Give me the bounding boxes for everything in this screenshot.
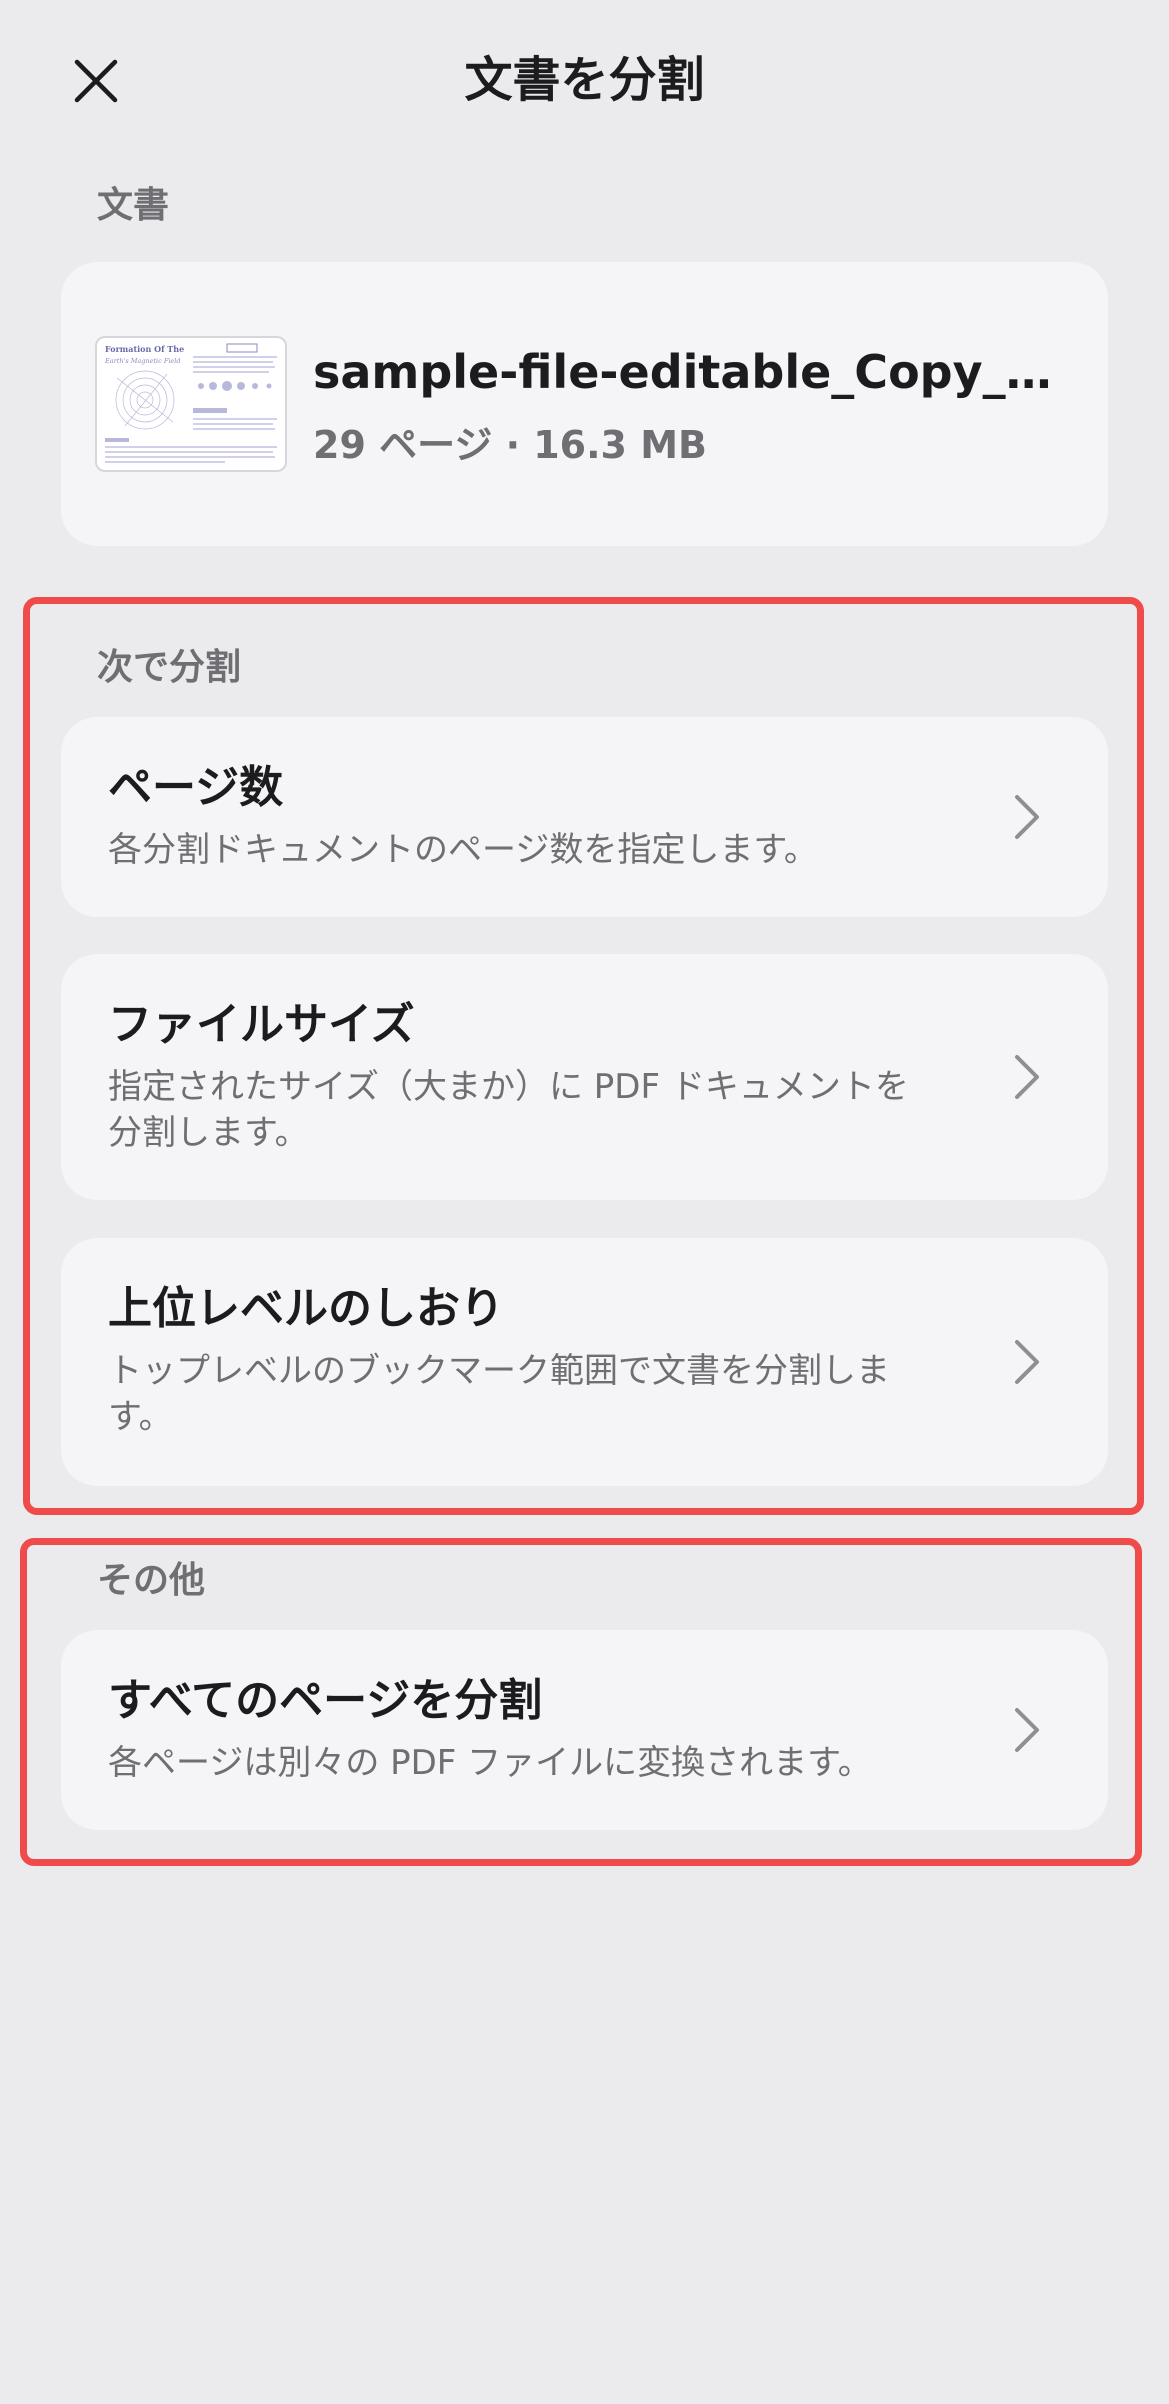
option-page-count[interactable]: ページ数 各分割ドキュメントのページ数を指定します。 <box>61 717 1108 917</box>
option-title: すべてのページを分割 <box>108 1675 543 1726</box>
option-description: 指定されたサイズ（大まか）に PDF ドキュメントを分割します。 <box>108 1067 909 1153</box>
option-description: 各分割ドキュメントのページ数を指定します。 <box>108 830 818 870</box>
thumbnail-title-1: Formation Of The <box>105 344 184 354</box>
section-label-other: その他 <box>97 1560 206 1601</box>
option-description: 各ページは別々の PDF ファイルに変換されます。 <box>108 1743 872 1783</box>
option-top-level-bookmarks[interactable]: 上位レベルのしおり トップレベルのブックマーク範囲で文書を分割します。 <box>61 1238 1108 1486</box>
split-document-screen: 文書を分割 文書 Formation Of The Earth's Magnet… <box>0 0 1169 2404</box>
option-title: 上位レベルのしおり <box>108 1283 504 1334</box>
chevron-right-icon <box>1015 1055 1039 1099</box>
page-title: 文書を分割 <box>464 52 705 108</box>
section-label-document: 文書 <box>97 185 170 226</box>
document-card[interactable]: Formation Of The Earth's Magnetic Field <box>61 262 1108 546</box>
section-label-split-by: 次で分割 <box>97 647 242 688</box>
option-description: トップレベルのブックマーク範囲で文書を分割します。 <box>108 1351 890 1437</box>
document-meta: 29 ページ · 16.3 MB <box>313 423 708 467</box>
document-name: sample-file-editable_Copy_Co... <box>313 345 1073 399</box>
thumbnail-title-2: Earth's Magnetic Field <box>104 357 181 365</box>
chevron-right-icon <box>1015 795 1039 839</box>
option-file-size[interactable]: ファイルサイズ 指定されたサイズ（大まか）に PDF ドキュメントを分割します。 <box>61 954 1108 1200</box>
document-thumbnail: Formation Of The Earth's Magnetic Field <box>95 336 287 472</box>
option-split-all-pages[interactable]: すべてのページを分割 各ページは別々の PDF ファイルに変換されます。 <box>61 1630 1108 1830</box>
thumbnail-preview-icon: Formation Of The Earth's Magnetic Field <box>104 343 277 463</box>
option-title: ページ数 <box>108 762 284 813</box>
option-title: ファイルサイズ <box>108 999 415 1050</box>
chevron-right-icon <box>1015 1340 1039 1384</box>
chevron-right-icon <box>1015 1708 1039 1752</box>
